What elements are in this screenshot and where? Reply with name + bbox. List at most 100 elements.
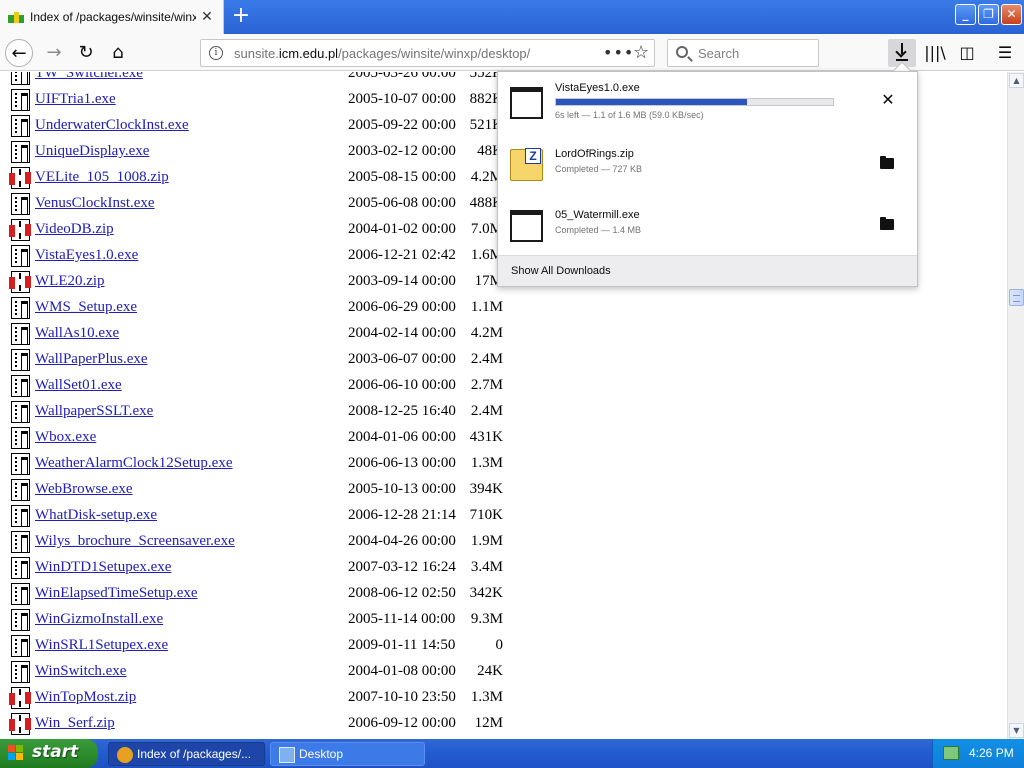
file-link[interactable]: TW_Switcher.exe (35, 72, 143, 82)
file-link[interactable]: Win_Serf.zip (35, 715, 115, 732)
file-link[interactable]: WinElapsedTimeSetup.exe (35, 585, 198, 602)
scroll-down-icon[interactable]: ▼ (1009, 723, 1024, 738)
file-link[interactable]: VenusClockInst.exe (35, 195, 155, 212)
file-size: 24K (477, 663, 503, 679)
file-date: 2007-03-12 16:24 (348, 559, 456, 575)
url-bar[interactable]: i sunsite.icm.edu.pl/packages/winsite/wi… (200, 39, 655, 67)
file-link[interactable]: WeatherAlarmClock12Setup.exe (35, 455, 232, 472)
open-folder-icon[interactable] (880, 156, 894, 169)
download-name: VistaEyes1.0.exe (555, 82, 640, 94)
windows-flag-icon (8, 745, 24, 761)
file-link[interactable]: WinGizmoInstall.exe (35, 611, 163, 628)
list-item: Wilys_brochure_Screensaver.exe 2004-04-26… (0, 529, 1007, 555)
site-favicon-icon (8, 11, 24, 23)
file-date: 2006-12-28 21:14 (348, 507, 456, 523)
close-window-button[interactable]: ✕ (1001, 4, 1022, 25)
download-item[interactable]: VistaEyes1.0.exe 6s left — 1.1 of 1.6 MB… (498, 72, 917, 134)
forward-button[interactable]: → (40, 39, 68, 67)
download-item[interactable]: Z LordOfRings.zip Completed — 727 KB (498, 134, 917, 196)
minimize-button[interactable]: _ (955, 4, 976, 25)
url-host: icm.edu.pl (278, 46, 339, 61)
home-button[interactable]: ⌂ (104, 39, 132, 67)
file-link[interactable]: WinSwitch.exe (35, 663, 126, 680)
start-button[interactable]: start (0, 739, 98, 768)
library-icon[interactable]: |||\ (921, 39, 949, 67)
folder-window-icon (279, 747, 295, 763)
exe-file-icon (11, 505, 30, 527)
page-actions-icon[interactable]: ••• (603, 43, 634, 62)
vertical-scrollbar[interactable]: ▲ ▼ (1007, 72, 1024, 739)
url-text[interactable]: sunsite.icm.edu.pl/packages/winsite/winx… (234, 46, 530, 61)
exe-file-icon (11, 349, 30, 371)
cancel-download-icon[interactable]: ✕ (878, 90, 898, 110)
back-button[interactable]: ← (5, 39, 33, 67)
taskbar-item-desktop[interactable]: Desktop (270, 742, 425, 766)
downloads-panel: VistaEyes1.0.exe 6s left — 1.1 of 1.6 MB… (497, 71, 918, 287)
scroll-up-icon[interactable]: ▲ (1009, 73, 1024, 88)
file-date: 2005-09-22 00:00 (348, 117, 456, 133)
file-date: 2005-11-14 00:00 (348, 611, 456, 627)
restore-button[interactable]: ❐ (978, 4, 999, 25)
download-item[interactable]: 05_Watermill.exe Completed — 1.4 MB (498, 195, 917, 257)
tab-title: Index of /packages/winsite/winxp/desktop… (30, 10, 196, 24)
taskbar-item-browser[interactable]: Index of /packages/... (108, 742, 265, 766)
file-link[interactable]: UIFTria1.exe (35, 91, 116, 108)
scrollbar-thumb[interactable] (1009, 289, 1024, 306)
file-date: 2005-03-26 00:00 (348, 72, 456, 81)
file-link[interactable]: UnderwaterClockInst.exe (35, 117, 189, 134)
file-link[interactable]: WinDTD1Setupex.exe (35, 559, 171, 576)
sidebar-toggle-icon[interactable]: ◫ (953, 39, 981, 67)
file-link[interactable]: WLE20.zip (35, 273, 105, 290)
download-status: 6s left — 1.1 of 1.6 MB (59.0 KB/sec) (555, 110, 704, 120)
file-date: 2006-12-21 02:42 (348, 247, 456, 263)
exe-file-icon (11, 89, 30, 111)
exe-file-icon (11, 193, 30, 215)
file-link[interactable]: WallSet01.exe (35, 377, 122, 394)
tab-close-icon[interactable]: ✕ (199, 9, 215, 25)
file-link[interactable]: WallpaperSSLT.exe (35, 403, 153, 420)
file-size: 431K (469, 429, 503, 445)
list-item: WallPaperPlus.exe 2003-06-07 00:00 2.4M (0, 347, 1007, 373)
file-link[interactable]: WallPaperPlus.exe (35, 351, 148, 368)
file-date: 2006-06-13 00:00 (348, 455, 456, 471)
file-link[interactable]: VistaEyes1.0.exe (35, 247, 138, 264)
hamburger-menu-icon[interactable]: ☰ (991, 39, 1019, 67)
file-date: 2005-10-13 00:00 (348, 481, 456, 497)
exe-file-icon (11, 635, 30, 657)
show-all-downloads-button[interactable]: Show All Downloads (498, 255, 917, 286)
system-tray: 4:26 PM (932, 739, 1024, 768)
file-link[interactable]: Wilys_brochure_Screensaver.exe (35, 533, 235, 550)
file-link[interactable]: WhatDisk-setup.exe (35, 507, 157, 524)
url-path: /packages/winsite/winxp/desktop/ (338, 46, 531, 61)
search-input[interactable]: Search (667, 39, 819, 67)
file-link[interactable]: WMS_Setup.exe (35, 299, 137, 316)
file-link[interactable]: Wbox.exe (35, 429, 96, 446)
file-link[interactable]: VideoDB.zip (35, 221, 114, 238)
network-tray-icon[interactable] (943, 746, 959, 760)
file-link[interactable]: WinTopMost.zip (35, 689, 136, 706)
file-size: 9.3M (470, 611, 503, 627)
exe-file-icon (11, 479, 30, 501)
file-link[interactable]: UniqueDisplay.exe (35, 143, 149, 160)
exe-file-icon (11, 141, 30, 163)
file-link[interactable]: VELite_105_1008.zip (35, 169, 169, 186)
tab-index-listing[interactable]: Index of /packages/winsite/winxp/desktop… (0, 0, 224, 34)
file-link[interactable]: WallAs10.exe (35, 325, 119, 342)
list-item: WinSRL1Setupex.exe 2009-01-11 14:50 0 (0, 633, 1007, 659)
file-link[interactable]: WebBrowse.exe (35, 481, 133, 498)
exe-file-icon (11, 661, 30, 683)
new-tab-button[interactable]: + (230, 5, 252, 27)
list-item: WallpaperSSLT.exe 2008-12-25 16:40 2.4M (0, 399, 1007, 425)
bookmark-star-icon[interactable]: ☆ (633, 42, 649, 63)
browser-window-icon (117, 747, 133, 763)
list-item: WallSet01.exe 2006-06-10 00:00 2.7M (0, 373, 1007, 399)
file-link[interactable]: WinSRL1Setupex.exe (35, 637, 168, 654)
file-size: 1.3M (470, 689, 503, 705)
zip-file-icon (9, 687, 31, 709)
file-date: 2005-06-08 00:00 (348, 195, 456, 211)
reload-button[interactable]: ↻ (72, 39, 100, 67)
exe-file-icon (11, 583, 30, 605)
list-item: Wbox.exe 2004-01-06 00:00 431K (0, 425, 1007, 451)
page-info-icon[interactable]: i (209, 46, 223, 60)
open-folder-icon[interactable] (880, 217, 894, 230)
